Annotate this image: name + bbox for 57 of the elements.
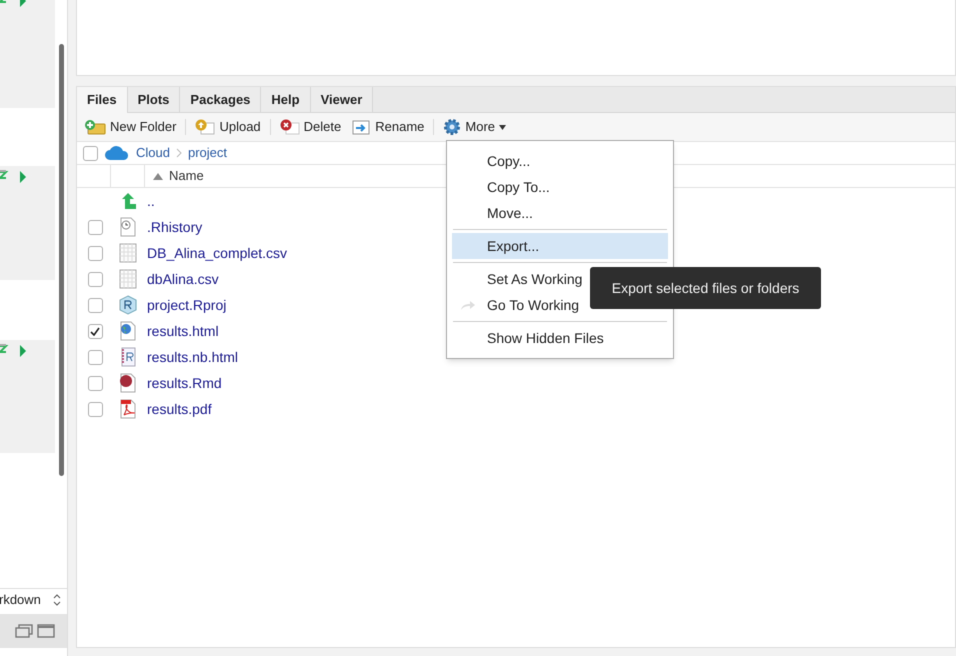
rmd-file-icon [119,373,137,393]
file-name-link[interactable]: results.pdf [145,398,212,420]
pdf-file-icon [119,399,137,419]
checkbox[interactable] [88,402,102,416]
notebook-file-icon [119,347,137,367]
toolbar-button[interactable]: New Folder [83,117,178,137]
checkmark-icon [90,326,100,336]
checkbox[interactable] [88,272,102,286]
cube-file-icon [119,295,137,315]
table-file-icon [119,269,137,289]
menu-item[interactable]: Show Hidden Files [452,325,668,351]
checkbox[interactable] [88,246,102,260]
rename-icon [351,119,372,135]
file-name-link[interactable]: .. [145,190,155,212]
menu-item[interactable]: Copy To... [452,174,668,200]
upload-icon [195,119,216,135]
mode-select[interactable]: rkdown [0,590,41,610]
checkbox[interactable] [83,146,98,160]
checkbox[interactable] [88,350,102,364]
tooltip: Export selected files or folders [590,267,821,309]
toolbar-button[interactable]: Rename [350,117,426,137]
checkbox[interactable] [88,298,102,312]
menu-item[interactable]: Copy... [452,148,668,174]
chevron-icon [176,148,182,158]
pane-tab[interactable]: Files [77,87,128,113]
new-folder-icon [84,119,106,135]
gear-icon [443,118,462,136]
clock-file-icon [119,217,137,237]
sort-up-icon [153,172,163,180]
globe-file-icon [119,321,137,341]
checkbox[interactable] [88,376,102,390]
breadcrumb-link[interactable]: project [188,143,227,163]
checkbox[interactable] [88,324,102,338]
toolbar-button[interactable]: Delete [278,117,342,137]
file-name-link[interactable]: results.html [145,320,219,342]
restore-icon[interactable] [15,624,33,638]
scrollbar[interactable] [58,44,64,476]
file-name-link[interactable]: results.nb.html [145,346,238,368]
toolbar-button[interactable]: More [442,117,508,137]
file-name-link[interactable]: DB_Alina_complet.csv [145,242,288,264]
cloud-icon [104,145,130,161]
menu-item[interactable]: Export... [452,233,668,259]
column-header[interactable]: Name [145,165,204,187]
file-name-link[interactable]: dbAlina.csv [145,268,219,290]
table-file-icon [119,243,137,263]
caret-icon [499,124,506,130]
menu-item[interactable]: Move... [452,200,668,226]
select-arrows-icon [53,594,61,606]
file-name-link[interactable]: results.Rmd [145,372,222,394]
toolbar-button[interactable]: Upload [194,117,262,137]
file-name-link[interactable]: .Rhistory [145,216,202,238]
maximize-icon[interactable] [37,624,55,638]
checkbox[interactable] [88,220,102,234]
forward-arrow-icon [460,299,476,311]
breadcrumb-link[interactable]: Cloud [136,143,170,163]
delete-icon [280,119,300,135]
file-name-link[interactable]: project.Rproj [145,294,226,316]
